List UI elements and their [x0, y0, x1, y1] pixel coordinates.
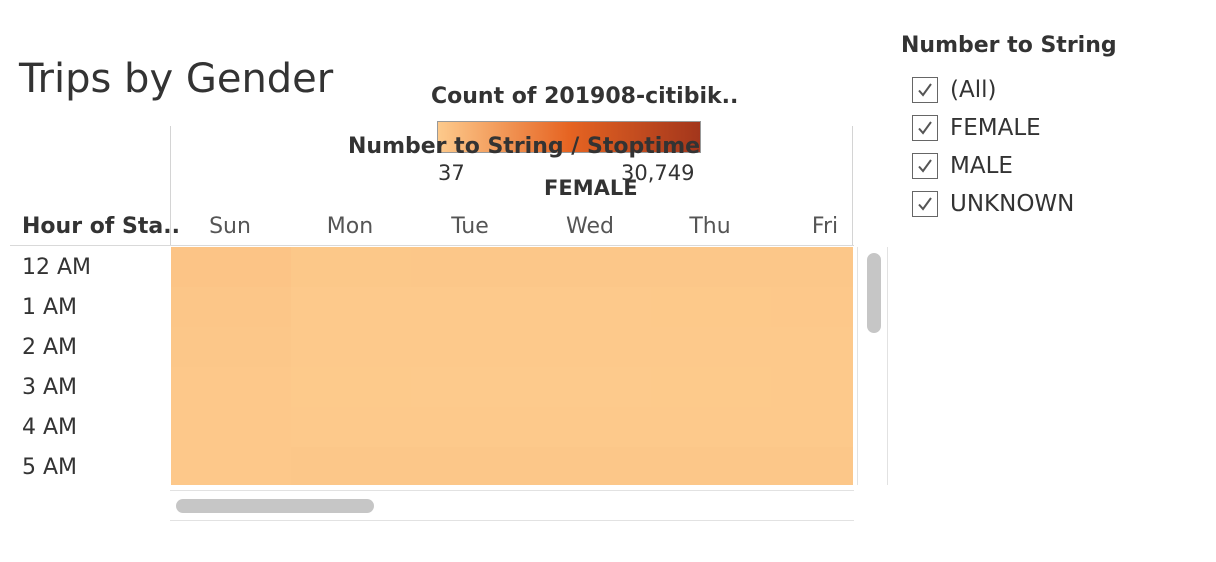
heatmap-cell-5am-sun[interactable]: [171, 447, 291, 485]
filter-item-male[interactable]: MALE: [912, 151, 1013, 181]
vertical-scrollbar-thumb[interactable]: [867, 253, 881, 333]
checkbox-unknown[interactable]: [912, 191, 938, 217]
day-header-thu: Thu: [689, 214, 731, 239]
heatmap-cell-12am-sun[interactable]: [171, 247, 291, 287]
filter-label-all: (All): [950, 77, 997, 103]
checkbox-male[interactable]: [912, 153, 938, 179]
legend-title: Count of 201908-citibik..: [431, 84, 739, 109]
heatmap-cell-4am-wed[interactable]: [531, 407, 651, 447]
hour-label-2am: 2 AM: [22, 335, 78, 360]
checkbox-female[interactable]: [912, 115, 938, 141]
heatmap-cell-12am-fri[interactable]: [771, 247, 853, 287]
heatmap-cell-2am-wed[interactable]: [531, 327, 651, 367]
day-header-tue: Tue: [451, 214, 489, 239]
heatmap-cell-5am-tue[interactable]: [411, 447, 531, 485]
heatmap-cell-2am-fri[interactable]: [771, 327, 853, 367]
heatmap-cell-12am-mon[interactable]: [291, 247, 411, 287]
hour-label-1am: 1 AM: [22, 295, 78, 320]
checkmark-icon: [918, 121, 932, 135]
filter-label-female: FEMALE: [950, 115, 1041, 141]
header-divider: [10, 245, 854, 246]
hour-label-4am: 4 AM: [22, 415, 78, 440]
hour-label-3am: 3 AM: [22, 375, 78, 400]
heatmap-cell-4am-thu[interactable]: [651, 407, 771, 447]
heatmap-cell-4am-mon[interactable]: [291, 407, 411, 447]
heatmap-plot: [171, 247, 853, 485]
filter-label-male: MALE: [950, 153, 1013, 179]
column-header-title: Number to String / Stoptime: [348, 134, 701, 159]
heatmap-cell-3am-fri[interactable]: [771, 367, 853, 407]
heatmap-cell-12am-wed[interactable]: [531, 247, 651, 287]
heatmap-cell-4am-fri[interactable]: [771, 407, 853, 447]
checkbox-all[interactable]: [912, 77, 938, 103]
heatmap-cell-2am-tue[interactable]: [411, 327, 531, 367]
checkmark-icon: [918, 197, 932, 211]
filter-title: Number to String: [901, 33, 1117, 58]
checkmark-icon: [918, 83, 932, 97]
filter-item-all[interactable]: (All): [912, 75, 996, 105]
heatmap-cell-12am-thu[interactable]: [651, 247, 771, 287]
heatmap-cell-2am-thu[interactable]: [651, 327, 771, 367]
heatmap-cell-2am-sun[interactable]: [171, 327, 291, 367]
heatmap-cell-5am-wed[interactable]: [531, 447, 651, 485]
hour-label-5am: 5 AM: [22, 455, 78, 480]
filter-label-unknown: UNKNOWN: [950, 191, 1075, 217]
heatmap-cell-4am-sun[interactable]: [171, 407, 291, 447]
heatmap-cell-1am-thu[interactable]: [651, 287, 771, 327]
day-header-mon: Mon: [326, 214, 374, 239]
horizontal-scrollbar-thumb[interactable]: [176, 499, 374, 513]
legend-min-label: 37: [438, 161, 465, 185]
day-header-sun: Sun: [209, 214, 251, 239]
heatmap-cell-5am-thu[interactable]: [651, 447, 771, 485]
heatmap-cell-1am-tue[interactable]: [411, 287, 531, 327]
checkmark-icon: [918, 159, 932, 173]
day-header-wed: Wed: [566, 214, 614, 239]
heatmap-cell-4am-tue[interactable]: [411, 407, 531, 447]
filter-item-unknown[interactable]: UNKNOWN: [912, 189, 1074, 219]
heatmap-cell-1am-wed[interactable]: [531, 287, 651, 327]
heatmap-cell-3am-mon[interactable]: [291, 367, 411, 407]
page-title: Trips by Gender: [19, 56, 334, 102]
horizontal-scrollbar[interactable]: [170, 490, 854, 521]
heatmap-cell-12am-tue[interactable]: [411, 247, 531, 287]
heatmap-cell-1am-fri[interactable]: [771, 287, 853, 327]
heatmap-cell-2am-mon[interactable]: [291, 327, 411, 367]
heatmap-cell-5am-mon[interactable]: [291, 447, 411, 485]
heatmap-cell-5am-fri[interactable]: [771, 447, 853, 485]
heatmap-cell-3am-tue[interactable]: [411, 367, 531, 407]
day-header-fri: Fri: [811, 214, 839, 239]
heatmap-cell-3am-wed[interactable]: [531, 367, 651, 407]
hour-label-12am: 12 AM: [22, 255, 92, 280]
vertical-scrollbar[interactable]: [857, 247, 888, 485]
gender-header: FEMALE: [544, 176, 638, 200]
filter-item-female[interactable]: FEMALE: [912, 113, 1041, 143]
heatmap-cell-1am-sun[interactable]: [171, 287, 291, 327]
heatmap-cell-3am-thu[interactable]: [651, 367, 771, 407]
heatmap-cell-1am-mon[interactable]: [291, 287, 411, 327]
heatmap-cell-3am-sun[interactable]: [171, 367, 291, 407]
row-header-title: Hour of Sta..: [22, 214, 180, 239]
